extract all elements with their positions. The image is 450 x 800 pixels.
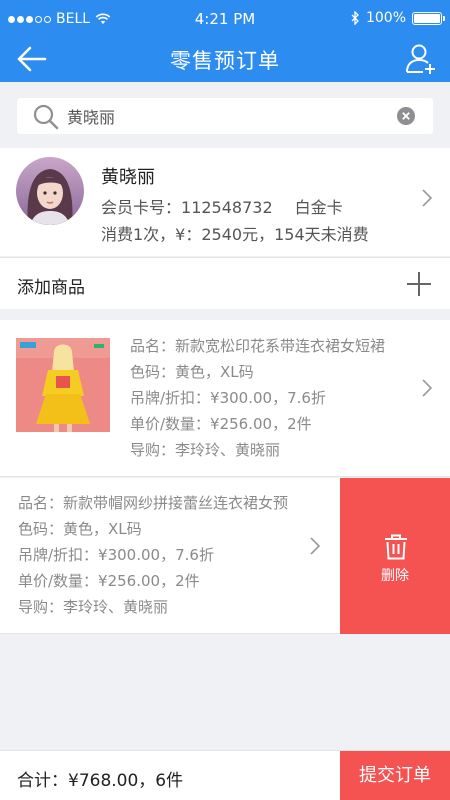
member-name: 黄晓丽 <box>101 167 155 188</box>
submit-order-button[interactable]: 提交订单 <box>340 751 450 800</box>
chevron-right-icon[interactable] <box>421 188 433 208</box>
add-user-icon[interactable] <box>404 42 438 76</box>
status-bar: BELL 4:21 PM 100% <box>0 0 450 36</box>
search-box[interactable] <box>17 98 433 134</box>
product-item[interactable]: 品名：新款宽松印花系带连衣裙女短裙 色码：黄色，XL码 吊牌/折扣：¥300.0… <box>0 320 450 477</box>
search-input[interactable] <box>67 98 397 134</box>
product-guide: 导购：李玲玲、黄晓丽 <box>18 598 169 616</box>
order-total: 合计：¥768.00，6件 <box>17 771 184 791</box>
search-icon <box>33 104 59 130</box>
battery-percent: 100% <box>365 10 406 26</box>
product-name: 品名：新款带帽网纱拼接蕾丝连衣裙女预 <box>18 494 289 512</box>
product-price-qty: 单价/数量：¥256.00，2件 <box>130 415 312 433</box>
member-card-info: 会员卡号：112548732 白金卡 <box>101 194 343 218</box>
footer-bar: 合计：¥768.00，6件 提交订单 <box>0 750 450 800</box>
page-title: 零售预订单 <box>170 49 280 73</box>
member-tier: 白金卡 <box>294 198 343 217</box>
delete-button[interactable]: 删除 <box>340 478 450 634</box>
chevron-right-icon[interactable] <box>309 536 321 556</box>
delete-label: 删除 <box>381 568 409 584</box>
product-color-size: 色码：黄色，XL码 <box>18 520 142 538</box>
member-summary: 消费1次，¥：2540元，154天未消费 <box>101 225 369 244</box>
product-tag-discount: 吊牌/折扣：¥300.00，7.6折 <box>18 546 214 564</box>
product-name: 品名：新款宽松印花系带连衣裙女短裙 <box>130 337 386 355</box>
battery-icon <box>412 11 445 25</box>
product-guide: 导购：李玲玲、黄晓丽 <box>130 441 281 459</box>
product-price-qty: 单价/数量：¥256.00，2件 <box>18 572 200 590</box>
product-color-size: 色码：黄色，XL码 <box>130 363 254 381</box>
product-details: 品名：新款宽松印花系带连衣裙女短裙 色码：黄色，XL码 吊牌/折扣：¥300.0… <box>130 333 385 463</box>
product-item[interactable]: 品名：新款带帽网纱拼接蕾丝连衣裙女预 色码：黄色，XL码 吊牌/折扣：¥300.… <box>0 478 450 634</box>
add-product-row[interactable]: 添加商品 <box>0 257 450 309</box>
card-number: 112548732 <box>181 198 273 217</box>
plus-icon[interactable] <box>406 271 432 297</box>
avatar <box>16 157 84 225</box>
bluetooth-icon <box>351 11 359 25</box>
card-number-label: 会员卡号： <box>101 198 182 217</box>
chevron-right-icon[interactable] <box>421 378 433 398</box>
clear-icon[interactable] <box>397 107 415 125</box>
search-section <box>0 82 450 148</box>
member-card[interactable]: 黄晓丽 会员卡号：112548732 白金卡 消费1次，¥：2540元，154天未… <box>0 148 450 256</box>
product-image <box>16 338 110 432</box>
nav-bar: 零售预订单 <box>0 36 450 82</box>
trash-icon <box>385 534 407 560</box>
status-right: 100% <box>350 10 445 26</box>
add-product-label: 添加商品 <box>17 278 85 298</box>
product-tag-discount: 吊牌/折扣：¥300.00，7.6折 <box>130 389 326 407</box>
product-details: 品名：新款带帽网纱拼接蕾丝连衣裙女预 色码：黄色，XL码 吊牌/折扣：¥300.… <box>18 490 288 620</box>
